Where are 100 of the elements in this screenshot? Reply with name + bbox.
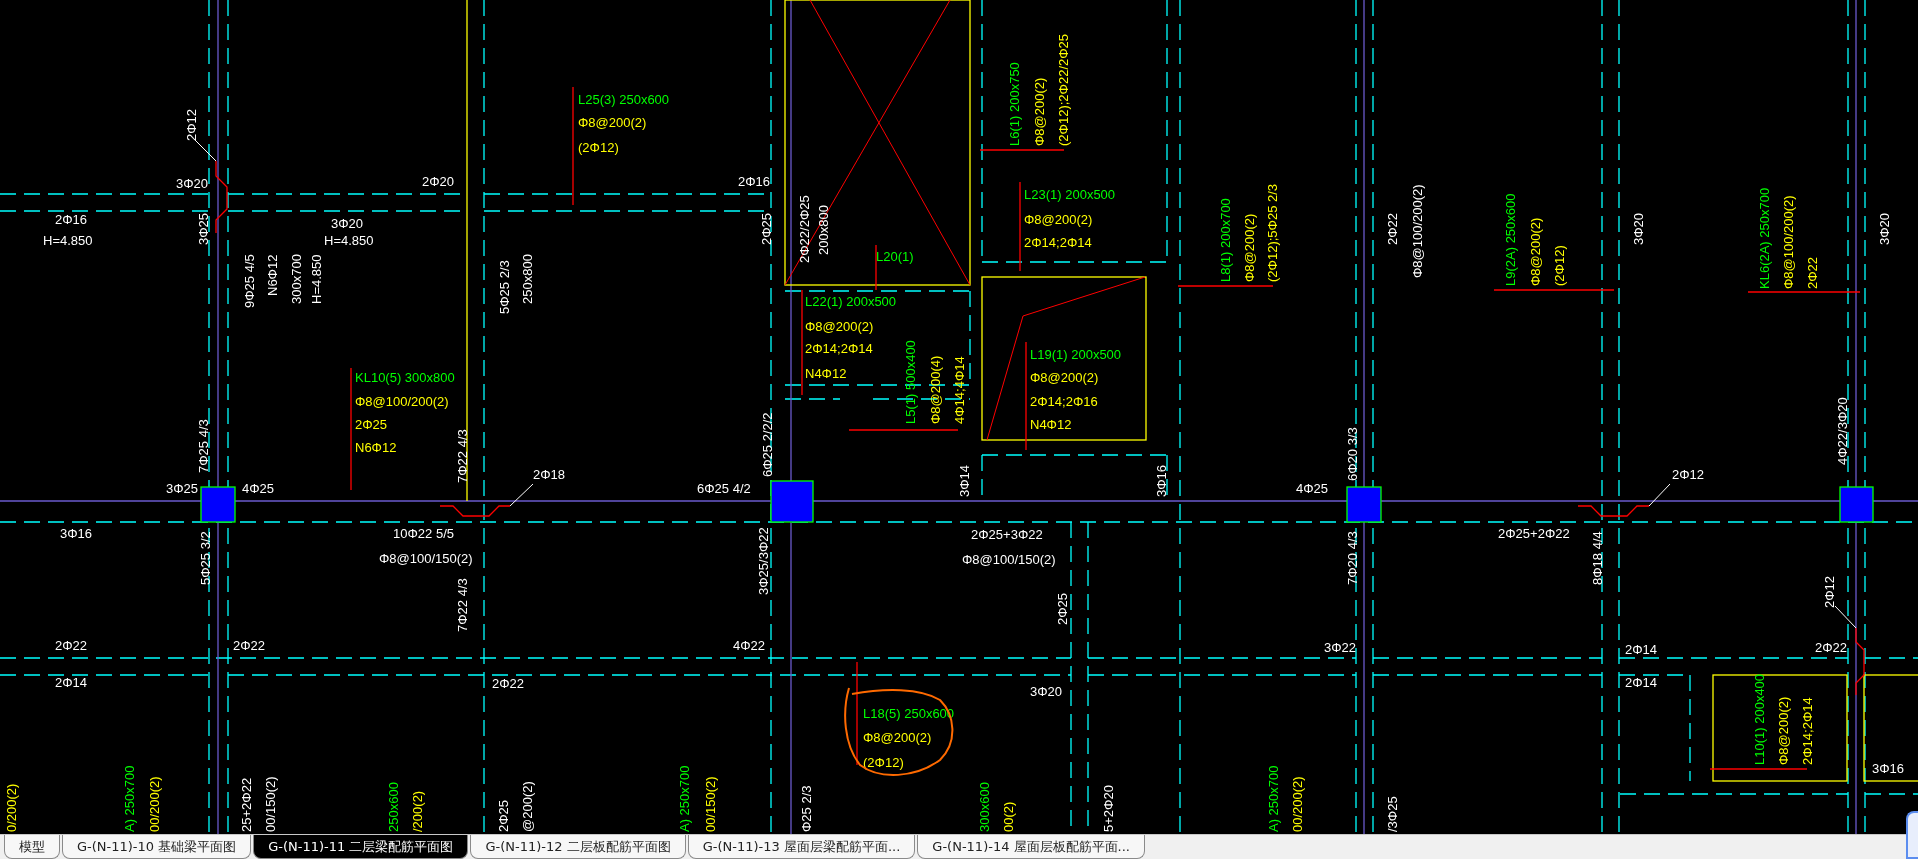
rebar-annotation: (2Φ12);5Φ25 2/3 bbox=[1265, 183, 1280, 282]
rebar-annotation: 00/200(2) bbox=[1290, 776, 1305, 832]
rebar-annotation: 3Φ22 bbox=[1324, 640, 1357, 655]
rebar-annotation: 2Φ16 bbox=[738, 174, 771, 189]
rebar-annotation: 2Φ22 bbox=[1385, 212, 1400, 245]
rebar-annotation: Φ8@100/150(2) bbox=[962, 552, 1056, 567]
rebar-annotation: 2Φ22 bbox=[233, 638, 266, 653]
layout-tab[interactable]: G-(N-11)-11 二层梁配筋平面图 bbox=[253, 835, 469, 859]
rebar-annotation: A) 250x700 bbox=[1266, 765, 1281, 832]
rebar-annotation: Φ8@200(2) bbox=[1030, 370, 1099, 385]
rebar-annotation: 00(2) bbox=[1001, 801, 1016, 832]
rebar-annotation: Φ8@100/200(2) bbox=[1781, 195, 1796, 289]
rebar-annotation: 4Φ22/3Φ20 bbox=[1835, 397, 1850, 465]
rebar-annotation: A) 250x700 bbox=[677, 765, 692, 832]
rebar-annotation: 2Φ14;2Φ14 bbox=[1024, 235, 1092, 250]
rebar-annotation: A) 250x700 bbox=[122, 765, 137, 832]
rebar-annotation: Φ8@100/200(2) bbox=[1410, 184, 1425, 278]
rebar-annotation: 3Φ25 bbox=[196, 212, 211, 245]
rebar-annotation: 250x600 bbox=[386, 782, 401, 832]
rebar-annotation: 3Φ14 bbox=[957, 464, 972, 497]
layout-tab[interactable]: 模型 bbox=[4, 835, 60, 859]
rebar-annotation: 2Φ12 bbox=[1672, 467, 1705, 482]
rebar-annotation: 2Φ14 bbox=[1625, 675, 1658, 690]
rebar-annotation: 7Φ25 4/3 bbox=[196, 419, 211, 473]
rebar-annotation: 3Φ20 bbox=[1631, 212, 1646, 245]
rebar-annotation: L19(1) 200x500 bbox=[1030, 347, 1122, 362]
rebar-annotation: 3Φ20 bbox=[331, 216, 364, 231]
rebar-annotation: 3Φ16 bbox=[1154, 464, 1169, 497]
rebar-annotation: 2Φ14 bbox=[55, 675, 88, 690]
rebar-annotation: 2Φ14 bbox=[1625, 642, 1658, 657]
rebar-annotation: Φ8@200(2) bbox=[1024, 212, 1093, 227]
rebar-annotation: /3Φ25 bbox=[1385, 796, 1400, 832]
layout-tab[interactable]: G-(N-11)-14 屋面层板配筋平面... bbox=[917, 835, 1145, 859]
rebar-annotation: 3Φ25/3Φ22 bbox=[756, 527, 771, 595]
rebar-annotation: Φ8@200(2) bbox=[1242, 213, 1257, 282]
rebar-annotation: 2Φ22 bbox=[1805, 256, 1820, 289]
layout-tab[interactable]: G-(N-11)-10 基础梁平面图 bbox=[62, 835, 252, 859]
rebar-annotation: 4Φ25 bbox=[242, 481, 275, 496]
rebar-annotation: Φ8@100/150(2) bbox=[379, 551, 473, 566]
rebar-annotation: Φ8@200(2) bbox=[1032, 77, 1047, 146]
rebar-annotation: 8Φ18 4/4 bbox=[1590, 531, 1605, 585]
rebar-annotation: 2Φ12 bbox=[184, 108, 199, 141]
rebar-annotation: /200(2) bbox=[410, 790, 425, 832]
rebar-annotation: L5(1) 500x400 bbox=[903, 340, 918, 424]
rebar-annotation: L25(3) 250x600 bbox=[578, 92, 670, 107]
rebar-annotation: 7Φ20 4/3 bbox=[1345, 531, 1360, 585]
rebar-annotation: 300x600 bbox=[977, 782, 992, 832]
rebar-annotation: 3Φ20 bbox=[176, 176, 209, 191]
rebar-annotation: 00/150(2) bbox=[703, 776, 718, 832]
rebar-annotation: H=4.850 bbox=[309, 254, 324, 304]
rebar-annotation: Φ8@200(2) bbox=[805, 319, 874, 334]
rebar-annotation: 3Φ20 bbox=[1877, 212, 1892, 245]
rebar-annotation: 6Φ25 2/2/2 bbox=[760, 412, 775, 477]
rebar-annotation: 6Φ25 4/2 bbox=[697, 481, 751, 496]
rebar-annotation: L20(1) bbox=[876, 249, 914, 264]
rebar-annotation: 2Φ22 bbox=[1815, 640, 1848, 655]
rebar-annotation: L9(2A) 250x600 bbox=[1503, 193, 1518, 286]
rebar-annotation: (2Φ12) bbox=[863, 755, 904, 770]
rebar-annotation: 10Φ22 5/5 bbox=[393, 526, 454, 541]
rebar-annotation: 6Φ20 3/3 bbox=[1345, 427, 1360, 481]
rebar-annotation: 250x800 bbox=[520, 254, 535, 304]
rebar-annotation: 3Φ16 bbox=[1872, 761, 1905, 776]
rebar-annotation: L22(1) 200x500 bbox=[805, 294, 897, 309]
rebar-annotation: 25+2Φ22 bbox=[239, 777, 254, 832]
rebar-annotation: 2Φ22 bbox=[55, 638, 88, 653]
rebar-annotation: 5Φ25 3/2 bbox=[198, 531, 213, 585]
rebar-annotation: 2Φ14;2Φ14 bbox=[1800, 697, 1815, 765]
rebar-annotation: 2Φ14;2Φ14 bbox=[805, 341, 873, 356]
rebar-annotation: 2Φ12 bbox=[1822, 575, 1837, 608]
rebar-annotation: 4Φ22 bbox=[733, 638, 766, 653]
rebar-annotation: (2Φ12) bbox=[1552, 245, 1567, 286]
layout-tab[interactable]: G-(N-11)-13 屋面层梁配筋平面... bbox=[687, 835, 916, 859]
rebar-annotation: H=4.850 bbox=[324, 233, 374, 248]
rebar-annotation: 200x800 bbox=[816, 205, 831, 255]
rebar-annotation: H=4.850 bbox=[43, 233, 93, 248]
rebar-annotation: 4Φ25 bbox=[1296, 481, 1329, 496]
rebar-annotation: KL6(2A) 250x700 bbox=[1757, 187, 1772, 289]
rebar-annotation: (2Φ12);2Φ22/2Φ25 bbox=[1056, 33, 1071, 146]
rebar-annotation: KL10(5) 300x800 bbox=[355, 370, 455, 385]
rebar-annotation: 2Φ22 bbox=[492, 676, 525, 691]
rebar-annotation: 300x700 bbox=[289, 254, 304, 304]
rebar-annotation: 7Φ22 4/3 bbox=[455, 578, 470, 632]
rebar-annotation: 4Φ14;4Φ14 bbox=[952, 356, 967, 424]
rebar-annotation: 3Φ16 bbox=[60, 526, 93, 541]
rebar-annotation: Φ25 2/3 bbox=[799, 785, 814, 832]
rebar-annotation: L10(1) 200x400 bbox=[1752, 673, 1767, 765]
layout-tab[interactable]: G-(N-11)-12 二层板配筋平面图 bbox=[470, 835, 686, 859]
rebar-annotation: N6Φ12 bbox=[265, 254, 280, 296]
rebar-annotation: Φ8@200(2) bbox=[863, 730, 932, 745]
rebar-annotation: 2Φ20 bbox=[422, 174, 455, 189]
rebar-annotation: 3Φ20 bbox=[1030, 684, 1063, 699]
rebar-annotation: 2Φ25 bbox=[496, 799, 511, 832]
rebar-annotation: 7Φ22 4/3 bbox=[455, 429, 470, 483]
rebar-annotation: L8(1) 200x700 bbox=[1218, 198, 1233, 282]
rebar-annotation: (2Φ12) bbox=[578, 140, 619, 155]
rebar-annotation: 2Φ16 bbox=[55, 212, 88, 227]
rebar-annotation: 2Φ14;2Φ16 bbox=[1030, 394, 1098, 409]
rebar-annotation: 2Φ25+2Φ22 bbox=[1498, 526, 1570, 541]
rebar-annotation: Φ8@200(2) bbox=[1776, 696, 1791, 765]
rebar-annotation: 2Φ18 bbox=[533, 467, 566, 482]
